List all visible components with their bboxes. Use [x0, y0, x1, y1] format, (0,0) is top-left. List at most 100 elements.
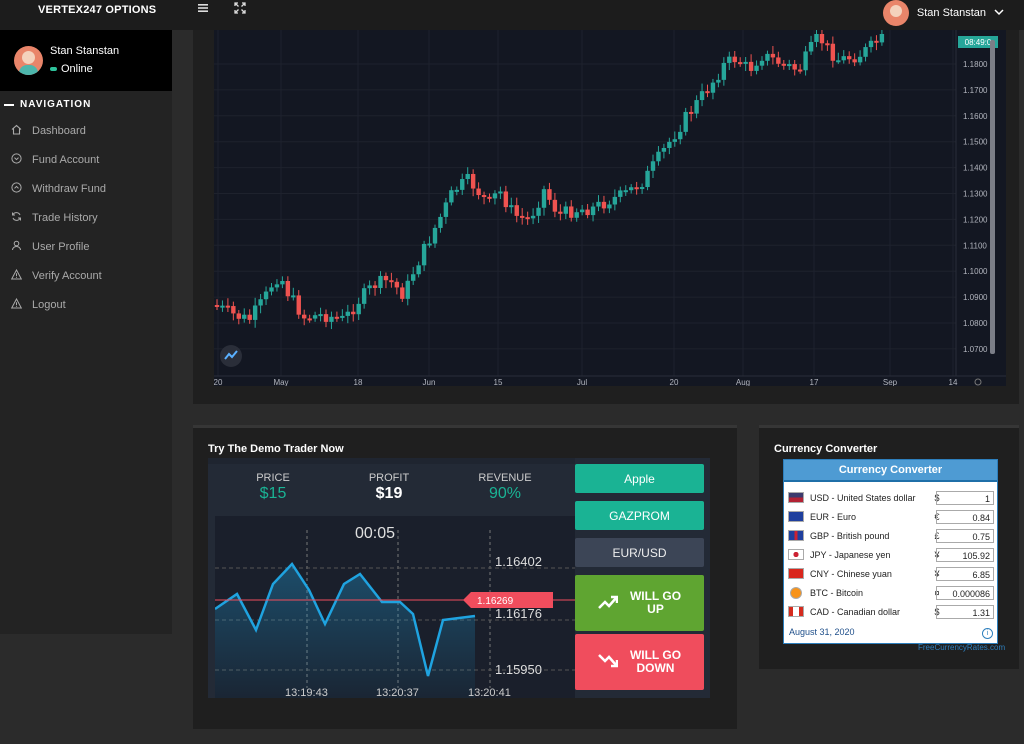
nav-heading-text: NAVIGATION [20, 99, 92, 110]
chart-scrollbar[interactable] [990, 40, 995, 354]
hamburger-icon[interactable] [197, 2, 209, 17]
sidebar-item-label: Fund Account [32, 153, 100, 166]
currency-value-input[interactable]: 0.000086 [936, 585, 994, 600]
user-menu[interactable]: Stan Stanstan [882, 0, 1004, 26]
x-tick-label: Sep [883, 378, 898, 386]
candlestick-chart[interactable]: 1.1800 1.1700 1.1600 1.1500 1.1400 1.1300 1.12… [214, 26, 1006, 387]
y-tick-label: 1.1600 [963, 112, 988, 121]
currency-value-input[interactable]: 0.84 [936, 509, 994, 524]
candle-body [618, 190, 623, 197]
sidebar-item-withdraw-fund[interactable]: Withdraw Fund [0, 174, 172, 203]
asset-button-apple[interactable]: Apple [575, 464, 704, 493]
candle-body [721, 62, 727, 80]
candle-body [291, 295, 296, 298]
candle-body [579, 209, 585, 213]
candle-body [754, 65, 759, 71]
candle-body [492, 193, 498, 199]
candle-body [585, 209, 590, 216]
candle-body [351, 311, 356, 315]
candle-body [601, 201, 607, 209]
currency-value-input[interactable]: 105.92 [936, 547, 994, 562]
currency-row-gbp: GBP - British pound £ 0.75 [784, 526, 997, 545]
user-icon [10, 240, 22, 254]
currency-value-input[interactable]: 6.85 [936, 566, 994, 581]
candle-body [438, 216, 443, 228]
candle-body [389, 280, 394, 283]
y-label-3: 1.15950 [495, 662, 542, 677]
chevron-down-icon [994, 8, 1004, 19]
trend-down-icon [598, 653, 619, 672]
candlestick-svg[interactable]: 1.1800 1.1700 1.1600 1.1500 1.1400 1.1300 1.12… [214, 26, 1006, 387]
info-icon[interactable]: i [982, 628, 993, 639]
nav-heading: NAVIGATION [4, 99, 172, 110]
candle-body [623, 190, 628, 193]
y-tick-label: 1.1300 [963, 190, 988, 199]
candle-body [569, 206, 574, 218]
candle-body [460, 179, 465, 190]
currency-value-input[interactable]: 0.75 [936, 528, 994, 543]
x-tick-label: Jun [423, 378, 436, 386]
sidebar-item-dashboard[interactable]: Dashboard [0, 116, 172, 145]
candle-body [400, 287, 405, 299]
currency-value-input[interactable]: 1 [936, 490, 994, 505]
refresh-icon [10, 211, 22, 225]
sidebar-item-logout[interactable]: Logout [0, 290, 172, 319]
avatar [882, 0, 909, 26]
candle-body [590, 206, 596, 216]
candle-body [258, 299, 263, 306]
candle-body [421, 243, 427, 266]
sidebar-user-name: Stan Stanstan [50, 45, 120, 57]
candle-body [716, 79, 721, 83]
currency-value-input[interactable]: 1.31 [936, 604, 994, 619]
sidebar-item-label: Withdraw Fund [32, 182, 106, 195]
sidebar-item-verify-account[interactable]: Verify Account [0, 261, 172, 290]
candle-body [650, 161, 656, 171]
price-stat: PRICE $15 [228, 472, 318, 503]
candle-body [225, 305, 231, 308]
candle-body [220, 305, 225, 308]
currency-row-usd: USD - United States dollar $ 1 [784, 488, 997, 507]
sidebar: Stan Stanstan Online NAVIGATION Dashboar… [0, 30, 172, 634]
x-label-1: 13:19:43 [285, 687, 328, 698]
price-label: PRICE [256, 472, 290, 484]
sidebar-item-fund-account[interactable]: Fund Account [0, 145, 172, 174]
status-text: Online [61, 63, 93, 75]
candle-body [520, 215, 525, 218]
currency-name: BTC - Bitcoin [810, 587, 864, 598]
candle-body [547, 189, 552, 200]
will-go-up-button[interactable]: WILL GO UP [575, 575, 704, 631]
converter-credit-link[interactable]: FreeCurrencyRates.com [918, 643, 1005, 652]
japan-flag-icon [788, 549, 804, 560]
y-tick-label: 1.1000 [963, 267, 988, 276]
candle-body [738, 62, 743, 65]
candle-body [645, 170, 650, 188]
x-tick-label: Jul [577, 378, 587, 386]
will-go-down-button[interactable]: WILL GO DOWN [575, 634, 704, 690]
asset-button-gazprom[interactable]: GAZPROM [575, 501, 704, 530]
x-tick-label: Aug [736, 378, 750, 386]
candle-body [481, 195, 487, 198]
asset-button-eurusd[interactable]: EUR/USD [575, 538, 704, 567]
up-label-line2: UP [647, 602, 664, 616]
candle-body [487, 196, 492, 199]
candle-body [847, 56, 852, 60]
y-label-1: 1.16402 [495, 554, 542, 569]
circle-chevron-up-icon [10, 181, 22, 196]
candle-body [274, 284, 280, 288]
candle-body [323, 314, 329, 322]
candle-body [269, 287, 274, 292]
sidebar-item-user-profile[interactable]: User Profile [0, 232, 172, 261]
candle-body [814, 34, 819, 42]
online-dot-icon [50, 67, 57, 71]
sidebar-item-trade-history[interactable]: Trade History [0, 203, 172, 232]
expand-icon[interactable] [234, 2, 246, 17]
currency-row-jpy: JPY - Japanese yen ¥ 105.92 [784, 545, 997, 564]
status-badge: Online [50, 63, 93, 75]
currency-row-eur: EUR - Euro € 0.84 [784, 507, 997, 526]
demo-header-strip [208, 458, 575, 464]
y-tick-label: 1.1200 [963, 215, 988, 224]
candle-body [329, 316, 334, 322]
candle-body [498, 191, 503, 194]
brand-logo-text[interactable]: VERTEX247 OPTIONS [38, 4, 156, 16]
candle-body [449, 190, 454, 203]
